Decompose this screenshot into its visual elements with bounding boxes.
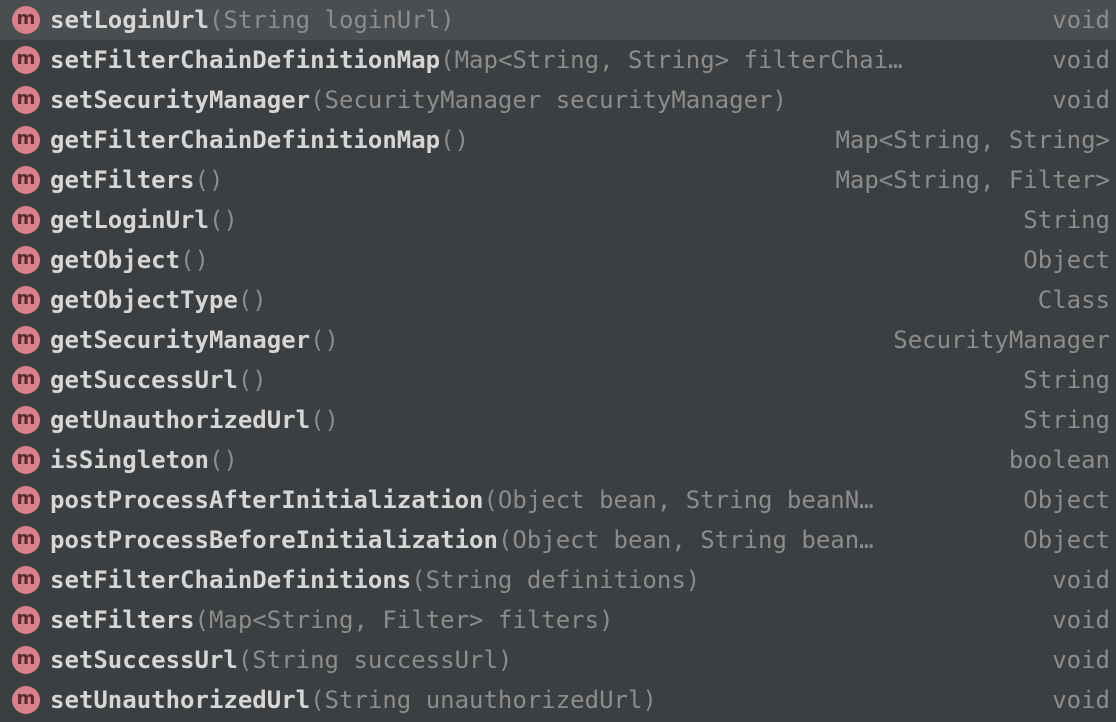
method-params: (Object bean, String bean… bbox=[497, 526, 874, 554]
completion-item[interactable]: m isSingleton () boolean bbox=[0, 440, 1116, 480]
method-icon: m bbox=[12, 286, 40, 314]
method-params: (Map<String, Filter> filters) bbox=[194, 606, 614, 634]
method-name: postProcessBeforeInitialization bbox=[50, 526, 498, 554]
method-name: setSuccessUrl bbox=[50, 646, 238, 674]
method-icon: m bbox=[12, 326, 40, 354]
return-type: Object bbox=[1023, 526, 1110, 554]
method-icon: m bbox=[12, 46, 40, 74]
method-name: getFilters bbox=[50, 166, 195, 194]
method-params: (String unauthorizedUrl) bbox=[310, 686, 657, 714]
return-type: boolean bbox=[1008, 446, 1110, 474]
method-icon: m bbox=[12, 646, 40, 674]
method-params: () bbox=[237, 286, 267, 314]
method-icon: m bbox=[12, 686, 40, 714]
return-type: void bbox=[1052, 606, 1110, 634]
completion-item[interactable]: m postProcessBeforeInitialization (Objec… bbox=[0, 520, 1116, 560]
method-icon: m bbox=[12, 246, 40, 274]
method-name: getUnauthorizedUrl bbox=[50, 406, 311, 434]
return-type: SecurityManager bbox=[893, 326, 1110, 354]
method-icon: m bbox=[12, 526, 40, 554]
method-name: getSecurityManager bbox=[50, 326, 311, 354]
method-params: () bbox=[440, 126, 470, 154]
code-completion-popup: m setLoginUrl (String loginUrl) void m s… bbox=[0, 0, 1116, 722]
method-icon: m bbox=[12, 446, 40, 474]
completion-item[interactable]: m setSuccessUrl (String successUrl) void bbox=[0, 640, 1116, 680]
completion-item[interactable]: m postProcessAfterInitialization (Object… bbox=[0, 480, 1116, 520]
completion-item[interactable]: m getObject () Object bbox=[0, 240, 1116, 280]
method-icon: m bbox=[12, 126, 40, 154]
return-type: void bbox=[1052, 646, 1110, 674]
method-name: setFilters bbox=[50, 606, 195, 634]
return-type: String bbox=[1023, 366, 1110, 394]
completion-item[interactable]: m getObjectType () Class bbox=[0, 280, 1116, 320]
return-type: Map<String, String> bbox=[835, 126, 1110, 154]
completion-item[interactable]: m setSecurityManager (SecurityManager se… bbox=[0, 80, 1116, 120]
return-type: void bbox=[1052, 686, 1110, 714]
method-params: (Object bean, String beanN… bbox=[483, 486, 874, 514]
method-params: (SecurityManager securityManager) bbox=[310, 86, 787, 114]
method-name: getFilterChainDefinitionMap bbox=[50, 126, 441, 154]
method-name: setUnauthorizedUrl bbox=[50, 686, 311, 714]
completion-item[interactable]: m getSecurityManager () SecurityManager bbox=[0, 320, 1116, 360]
return-type: void bbox=[1052, 566, 1110, 594]
method-icon: m bbox=[12, 6, 40, 34]
return-type: void bbox=[1052, 86, 1110, 114]
method-name: getObjectType bbox=[50, 286, 238, 314]
method-icon: m bbox=[12, 166, 40, 194]
completion-item[interactable]: m getUnauthorizedUrl () String bbox=[0, 400, 1116, 440]
method-icon: m bbox=[12, 486, 40, 514]
return-type: void bbox=[1052, 6, 1110, 34]
method-icon: m bbox=[12, 566, 40, 594]
return-type: String bbox=[1023, 206, 1110, 234]
method-params: () bbox=[237, 366, 267, 394]
completion-item[interactable]: m setLoginUrl (String loginUrl) void bbox=[0, 0, 1116, 40]
return-type: Map<String, Filter> bbox=[835, 166, 1110, 194]
return-type: Object bbox=[1023, 246, 1110, 274]
completion-item[interactable]: m setFilters (Map<String, Filter> filter… bbox=[0, 600, 1116, 640]
method-params: () bbox=[208, 446, 238, 474]
method-params: (Map<String, String> filterChai… bbox=[440, 46, 903, 74]
method-icon: m bbox=[12, 366, 40, 394]
method-name: setSecurityManager bbox=[50, 86, 311, 114]
return-type: String bbox=[1023, 406, 1110, 434]
return-type: Class bbox=[1037, 286, 1110, 314]
method-params: (String loginUrl) bbox=[208, 6, 455, 34]
method-icon: m bbox=[12, 206, 40, 234]
method-name: postProcessAfterInitialization bbox=[50, 486, 484, 514]
completion-item[interactable]: m getSuccessUrl () String bbox=[0, 360, 1116, 400]
method-name: setFilterChainDefinitions bbox=[50, 566, 412, 594]
method-name: getLoginUrl bbox=[50, 206, 209, 234]
return-type: void bbox=[1052, 46, 1110, 74]
method-name: setFilterChainDefinitionMap bbox=[50, 46, 441, 74]
method-icon: m bbox=[12, 86, 40, 114]
completion-item[interactable]: m setUnauthorizedUrl (String unauthorize… bbox=[0, 680, 1116, 720]
method-name: getSuccessUrl bbox=[50, 366, 238, 394]
completion-item[interactable]: m getFilters () Map<String, Filter> bbox=[0, 160, 1116, 200]
completion-item[interactable]: m getFilterChainDefinitionMap () Map<Str… bbox=[0, 120, 1116, 160]
method-icon: m bbox=[12, 406, 40, 434]
method-name: setLoginUrl bbox=[50, 6, 209, 34]
method-icon: m bbox=[12, 606, 40, 634]
method-name: isSingleton bbox=[50, 446, 209, 474]
completion-item[interactable]: m setFilterChainDefinitions (String defi… bbox=[0, 560, 1116, 600]
method-params: (String definitions) bbox=[411, 566, 701, 594]
method-params: () bbox=[208, 206, 238, 234]
return-type: Object bbox=[1023, 486, 1110, 514]
method-params: (String successUrl) bbox=[237, 646, 513, 674]
method-params: () bbox=[310, 326, 339, 354]
method-name: getObject bbox=[50, 246, 181, 274]
completion-item[interactable]: m setFilterChainDefinitionMap (Map<Strin… bbox=[0, 40, 1116, 80]
method-params: () bbox=[180, 246, 209, 274]
method-params: () bbox=[310, 406, 339, 434]
completion-item[interactable]: m getLoginUrl () String bbox=[0, 200, 1116, 240]
method-params: () bbox=[194, 166, 224, 194]
